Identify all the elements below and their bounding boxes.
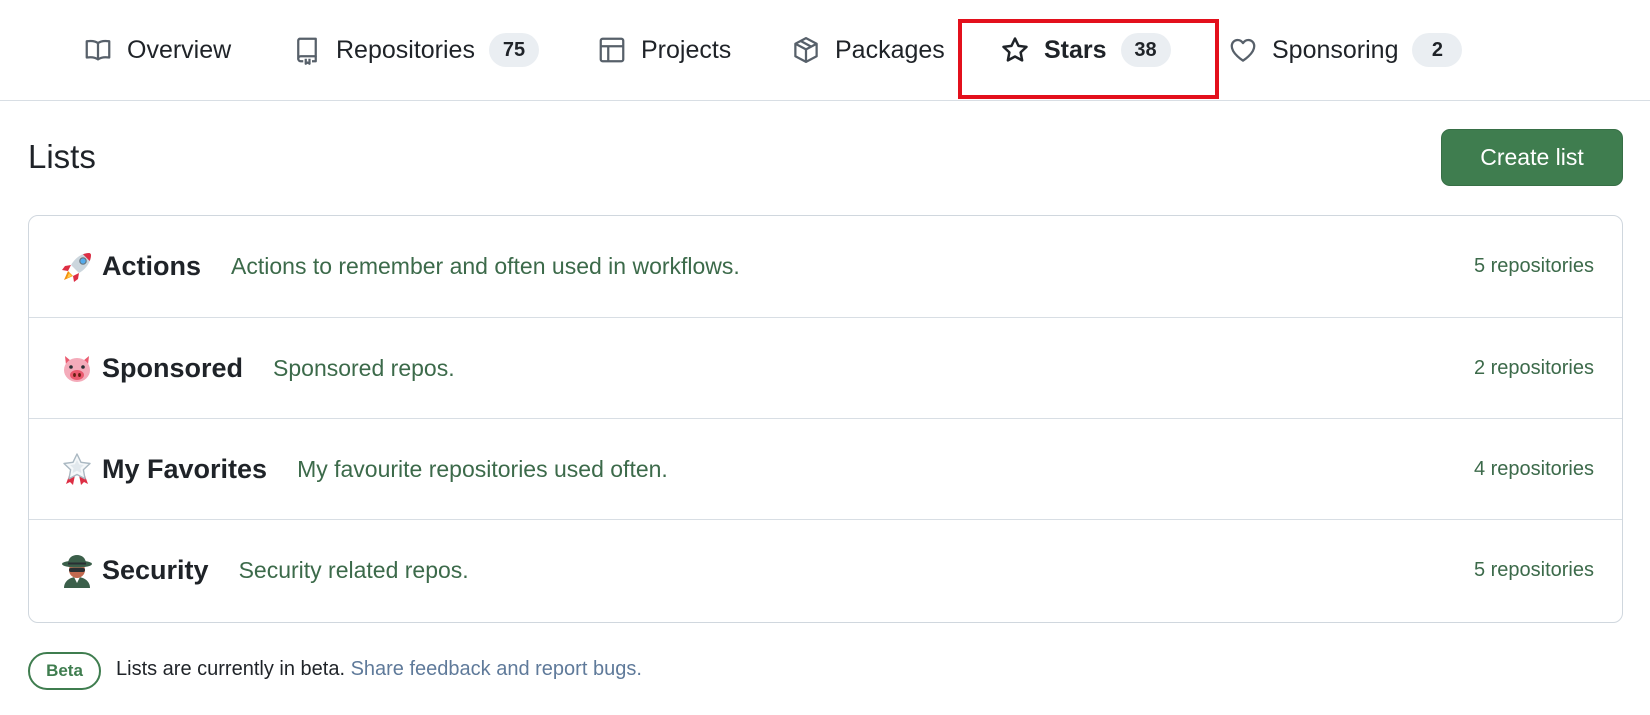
- list-name: Sponsored: [102, 352, 244, 383]
- repositories-counter: 75: [488, 33, 539, 67]
- list-repo-count: 5 repositories: [1473, 558, 1594, 581]
- star-badge-emoji-icon: [58, 450, 96, 488]
- list-item[interactable]: Sponsored Sponsored repos. 2 repositorie…: [29, 317, 1622, 418]
- sponsoring-counter: 2: [1412, 33, 1463, 67]
- tab-overview[interactable]: Overview: [83, 0, 231, 100]
- tab-sponsoring-label: Sponsoring: [1272, 35, 1399, 64]
- feedback-link[interactable]: Share feedback and report bugs.: [351, 658, 642, 680]
- list-item[interactable]: Actions Actions to remember and often us…: [29, 216, 1622, 317]
- tab-packages[interactable]: Packages: [791, 0, 945, 100]
- list-item[interactable]: Security Security related repos. 5 repos…: [29, 519, 1622, 620]
- list-name: Actions: [102, 251, 202, 281]
- tab-projects[interactable]: Projects: [597, 0, 731, 100]
- list-repo-count: 5 repositories: [1473, 255, 1594, 277]
- table-icon: [597, 35, 627, 65]
- list-repo-count: 2 repositories: [1473, 356, 1594, 379]
- beta-notice: Lists are currently in beta. Share feedb…: [116, 658, 642, 681]
- beta-badge: Beta: [28, 652, 101, 690]
- tab-repositories-label: Repositories: [336, 35, 475, 64]
- tab-sponsoring[interactable]: Sponsoring 2: [1228, 0, 1463, 100]
- tab-packages-label: Packages: [835, 35, 945, 64]
- list-description: Actions to remember and often used in wo…: [231, 253, 740, 279]
- tab-repositories[interactable]: Repositories 75: [292, 0, 539, 100]
- list-name: Security: [102, 554, 209, 585]
- pig-emoji-icon: [58, 349, 96, 387]
- tab-stars-label: Stars: [1044, 35, 1107, 64]
- profile-tab-nav: Overview Repositories 75 Projects Packag…: [0, 0, 1650, 101]
- heart-icon: [1228, 35, 1258, 65]
- lists-title: Lists: [28, 138, 96, 175]
- list-description: Sponsored repos.: [273, 354, 455, 381]
- list-name: My Favorites: [102, 453, 268, 484]
- list-repo-count: 4 repositories: [1473, 457, 1594, 480]
- stars-counter: 38: [1120, 33, 1171, 67]
- star-icon: [1000, 35, 1030, 65]
- package-icon: [791, 35, 821, 65]
- rocket-emoji-icon: [58, 248, 96, 286]
- tab-overview-label: Overview: [127, 35, 232, 64]
- list-item[interactable]: My Favorites My favourite repositories u…: [29, 418, 1622, 519]
- repo-icon: [292, 35, 322, 65]
- list-description: Security related repos.: [238, 556, 469, 583]
- lists-container: Actions Actions to remember and often us…: [28, 215, 1623, 623]
- create-list-button[interactable]: Create list: [1441, 129, 1623, 186]
- beta-notice-text: Lists are currently in beta.: [116, 658, 345, 680]
- tab-stars[interactable]: Stars 38: [1000, 0, 1171, 100]
- tab-projects-label: Projects: [641, 35, 732, 64]
- book-icon: [83, 35, 113, 65]
- list-description: My favourite repositories used often.: [297, 455, 668, 482]
- spy-emoji-icon: [58, 551, 96, 589]
